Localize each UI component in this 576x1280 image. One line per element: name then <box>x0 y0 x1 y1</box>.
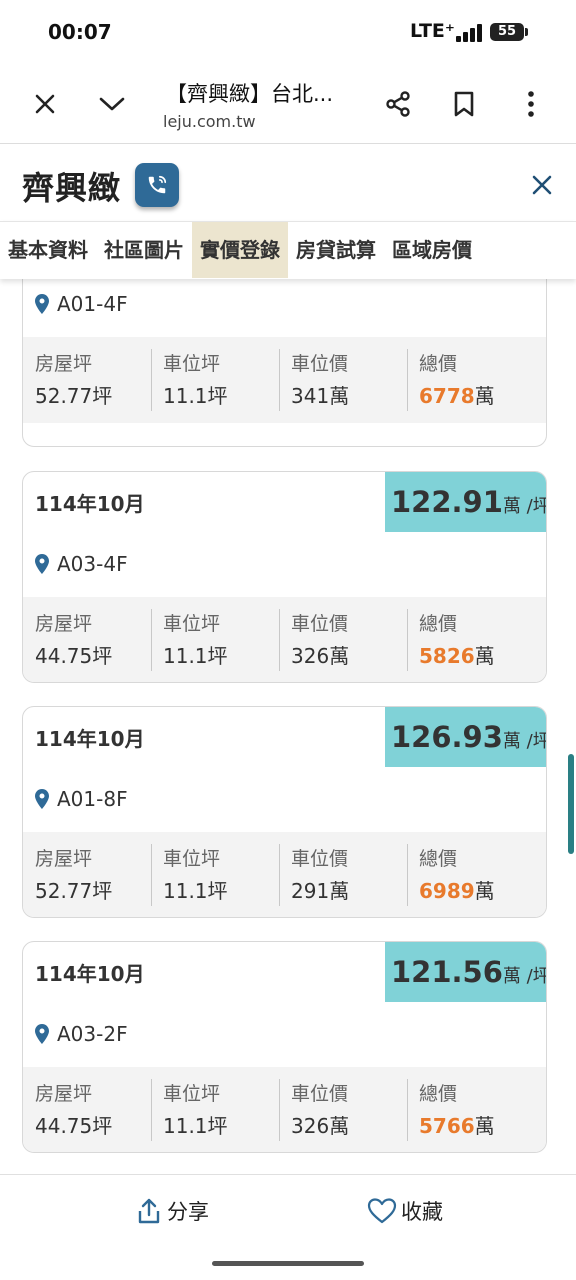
unit-price: 122.91 <box>391 485 503 519</box>
parking-price-label: 車位價 <box>291 353 349 375</box>
house-ping-label: 房屋坪 <box>35 848 93 870</box>
heart-icon <box>367 1198 397 1224</box>
parking-price-label: 車位價 <box>291 1083 349 1105</box>
parking-ping-label: 車位坪 <box>163 1083 221 1105</box>
unit-label: A01-8F <box>57 787 128 811</box>
unit-price-badge: 121.56萬 /坪 <box>385 942 546 1002</box>
favorite-button[interactable]: 收藏 <box>367 1195 443 1227</box>
total-price-value: 6778 <box>419 384 475 408</box>
parking-price-label: 車位價 <box>291 613 349 635</box>
house-ping-label: 房屋坪 <box>35 1083 93 1105</box>
site-header: 齊興緻 <box>0 145 576 221</box>
browser-toolbar: 【齊興緻】台北... leju.com.tw <box>0 66 576 144</box>
parking-ping-value: 11.1 <box>163 644 208 668</box>
stats-row: 房屋坪 52.77坪 車位坪 11.1坪 車位價 291萬 總價 6989萬 <box>23 832 546 917</box>
house-ping-value: 44.75 <box>35 1114 93 1138</box>
battery-icon: 55 <box>490 23 528 41</box>
unit-location: A01-8F <box>35 787 128 811</box>
tab-area-prices[interactable]: 區域房價 <box>384 222 480 278</box>
total-price-value: 6989 <box>419 879 475 903</box>
total-price-value: 5826 <box>419 644 475 668</box>
call-button[interactable] <box>135 163 179 207</box>
transaction-date: 114年10月 <box>35 492 145 516</box>
transaction-date: 114年10月 <box>35 727 145 751</box>
location-pin-icon <box>35 294 49 314</box>
unit-label: A03-2F <box>57 1022 128 1046</box>
tab-actual-price[interactable]: 實價登錄 <box>192 222 288 278</box>
house-ping-value: 52.77 <box>35 384 93 408</box>
signal-icon <box>456 24 486 42</box>
location-pin-icon <box>35 789 49 809</box>
favorite-label: 收藏 <box>401 1200 443 1224</box>
stats-row: 房屋坪 52.77坪 車位坪 11.1坪 車位價 341萬 總價 6778萬 <box>23 337 546 423</box>
house-ping-value: 44.75 <box>35 644 93 668</box>
parking-ping-value: 11.1 <box>163 384 208 408</box>
parking-ping-value: 11.1 <box>163 879 208 903</box>
status-time: 00:07 <box>48 20 112 44</box>
tab-mortgage-calculator[interactable]: 房貸試算 <box>288 222 384 278</box>
total-price-label: 總價 <box>419 613 458 635</box>
parking-ping-value: 11.1 <box>163 1114 208 1138</box>
tab-basic-info[interactable]: 基本資料 <box>0 222 96 278</box>
transaction-list: A01-4F 房屋坪 52.77坪 車位坪 11.1坪 車位價 341萬 總價 6778… <box>0 279 576 1174</box>
location-pin-icon <box>35 1024 49 1044</box>
tab-community-photos[interactable]: 社區圖片 <box>96 222 192 278</box>
phone-icon <box>148 175 167 194</box>
unit-label: A03-4F <box>57 552 128 576</box>
scrollbar[interactable] <box>568 754 574 854</box>
house-ping-value: 52.77 <box>35 879 93 903</box>
stats-row: 房屋坪 44.75坪 車位坪 11.1坪 車位價 326萬 總價 5826萬 <box>23 597 546 682</box>
unit-price: 126.93 <box>391 720 503 754</box>
page-url[interactable]: leju.com.tw <box>163 112 256 131</box>
transaction-card[interactable]: 114年10月 126.93萬 /坪 A01-8F 房屋坪 52.77坪 車位坪 1… <box>22 706 547 918</box>
share-button[interactable]: 分享 <box>135 1195 209 1227</box>
unit-price-badge: 122.91萬 /坪 <box>385 472 546 532</box>
parking-price-value: 341 <box>291 384 330 408</box>
share-label: 分享 <box>167 1200 209 1224</box>
close-icon[interactable] <box>524 167 560 203</box>
parking-price-value: 291 <box>291 879 330 903</box>
location-pin-icon <box>35 554 49 574</box>
unit-location: A03-4F <box>35 552 128 576</box>
parking-price-value: 326 <box>291 644 330 668</box>
unit-label: A01-4F <box>57 292 128 316</box>
bottom-action-bar: 分享 收藏 <box>0 1174 576 1280</box>
share-icon[interactable] <box>378 84 418 124</box>
close-tab-icon[interactable] <box>25 84 65 124</box>
bookmark-icon[interactable] <box>444 84 484 124</box>
transaction-card[interactable]: A01-4F 房屋坪 52.77坪 車位坪 11.1坪 車位價 341萬 總價 6778… <box>22 279 547 447</box>
parking-ping-label: 車位坪 <box>163 848 221 870</box>
stats-row: 房屋坪 44.75坪 車位坪 11.1坪 車位價 326萬 總價 5766萬 <box>23 1067 546 1152</box>
network-indicator: LTE⁺ <box>410 20 455 42</box>
parking-ping-label: 車位坪 <box>163 353 221 375</box>
house-ping-label: 房屋坪 <box>35 353 93 375</box>
total-price-label: 總價 <box>419 1083 458 1105</box>
parking-ping-label: 車位坪 <box>163 613 221 635</box>
total-price-label: 總價 <box>419 353 458 375</box>
transaction-card[interactable]: 114年10月 122.91萬 /坪 A03-4F 房屋坪 44.75坪 車位坪 1… <box>22 471 547 683</box>
status-bar: 00:07 LTE⁺ 55 <box>0 0 576 66</box>
home-indicator[interactable] <box>212 1261 364 1266</box>
chevron-down-icon[interactable] <box>92 84 132 124</box>
more-options-icon[interactable] <box>511 84 551 124</box>
section-tabs: 基本資料 社區圖片 實價登錄 房貸試算 區域房價 <box>0 221 576 279</box>
house-ping-label: 房屋坪 <box>35 613 93 635</box>
share-upload-icon <box>138 1198 160 1224</box>
unit-location: A01-4F <box>35 292 128 316</box>
total-price-value: 5766 <box>419 1114 475 1138</box>
unit-price-badge: 126.93萬 /坪 <box>385 707 546 767</box>
transaction-card[interactable]: 114年10月 121.56萬 /坪 A03-2F 房屋坪 44.75坪 車位坪 1… <box>22 941 547 1153</box>
page-title: 【齊興緻】台北... <box>166 82 334 106</box>
unit-price: 121.56 <box>391 955 503 989</box>
parking-price-value: 326 <box>291 1114 330 1138</box>
parking-price-label: 車位價 <box>291 848 349 870</box>
community-title: 齊興緻 <box>22 169 122 207</box>
total-price-label: 總價 <box>419 848 458 870</box>
transaction-date: 114年10月 <box>35 962 145 986</box>
unit-location: A03-2F <box>35 1022 128 1046</box>
